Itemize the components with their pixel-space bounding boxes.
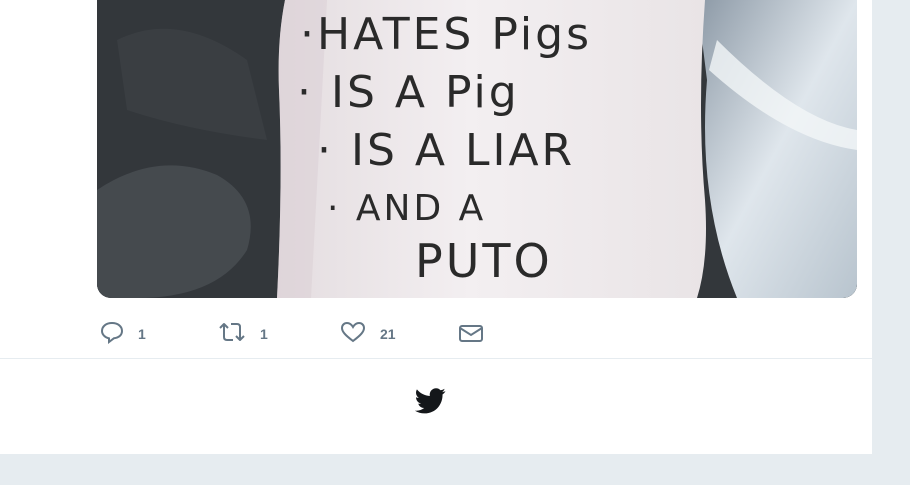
card-divider [0, 358, 872, 359]
sign-text: ·HATES Pigs · IS A Pig · IS A LIAR · AND… [297, 0, 697, 298]
like-count: 21 [380, 326, 396, 342]
sign-line-1: ·HATES Pigs [300, 9, 592, 60]
tweet-photo[interactable]: ·HATES Pigs · IS A Pig · IS A LIAR · AND… [97, 0, 857, 298]
retweet-icon [217, 320, 247, 344]
twitter-bird-icon[interactable] [414, 387, 446, 415]
reply-icon [99, 320, 125, 344]
reply-count: 1 [138, 326, 146, 342]
retweet-count: 1 [260, 326, 268, 342]
envelope-icon [457, 320, 485, 344]
tweet-actions: 1 1 21 [97, 312, 797, 352]
sign-line-3: · IS A LIAR [317, 125, 576, 176]
sign-line-5: PUTO [415, 234, 553, 288]
like-button[interactable]: 21 [339, 312, 396, 352]
direct-message-button[interactable] [457, 312, 485, 352]
tweet-card: ·HATES Pigs · IS A Pig · IS A LIAR · AND… [0, 0, 872, 454]
sign-line-2: · IS A Pig [297, 67, 520, 118]
sign-line-4: · AND A [327, 188, 487, 229]
heart-icon [339, 320, 367, 344]
retweet-button[interactable]: 1 [217, 312, 268, 352]
reply-button[interactable]: 1 [99, 312, 146, 352]
